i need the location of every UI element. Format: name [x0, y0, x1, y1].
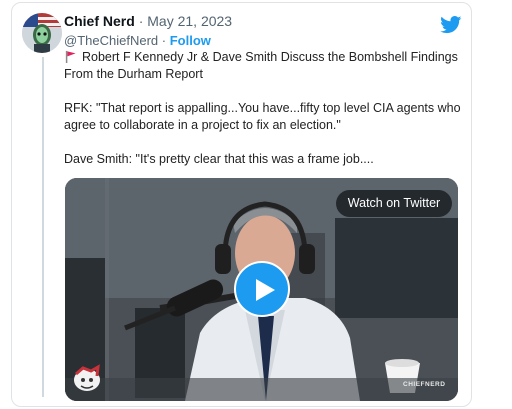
handle-separator: ·	[161, 33, 167, 48]
play-button[interactable]	[234, 261, 290, 317]
play-icon	[256, 279, 275, 301]
follow-button[interactable]: Follow	[170, 33, 211, 48]
tweet-quote-dave: Dave Smith: "It's pretty clear that this…	[64, 152, 374, 166]
watch-on-twitter-button[interactable]: Watch on Twitter	[336, 190, 452, 217]
handle-line: @TheChiefNerd · Follow	[64, 33, 211, 48]
tweet-date[interactable]: May 21, 2023	[147, 13, 232, 29]
author-handle[interactable]: @TheChiefNerd	[64, 33, 158, 48]
tweet-quote-rfk: RFK: "That report is appalling...You hav…	[64, 101, 461, 132]
chiefnerd-video-logo	[71, 364, 103, 394]
tweet-headline: Robert F Kennedy Jr & Dave Smith Discuss…	[64, 50, 458, 81]
tweet-headline-line: Robert F Kennedy Jr & Dave Smith Discuss…	[64, 49, 464, 83]
red-flag-icon	[65, 50, 76, 63]
thread-line	[42, 57, 44, 397]
author-avatar[interactable]	[22, 13, 62, 53]
tweet-body: Robert F Kennedy Jr & Dave Smith Discuss…	[64, 49, 464, 168]
tweet-card[interactable]: Chief Nerd · May 21, 2023 @TheChiefNerd …	[11, 2, 472, 407]
author-name[interactable]: Chief Nerd	[64, 13, 135, 29]
author-line: Chief Nerd · May 21, 2023	[64, 13, 232, 29]
twitter-bird-icon[interactable]	[440, 16, 462, 34]
video-player[interactable]: Watch on Twitter CHIEFNERD	[65, 178, 458, 401]
name-date-separator: ·	[138, 13, 144, 29]
video-watermark: CHIEFNERD	[403, 381, 446, 388]
